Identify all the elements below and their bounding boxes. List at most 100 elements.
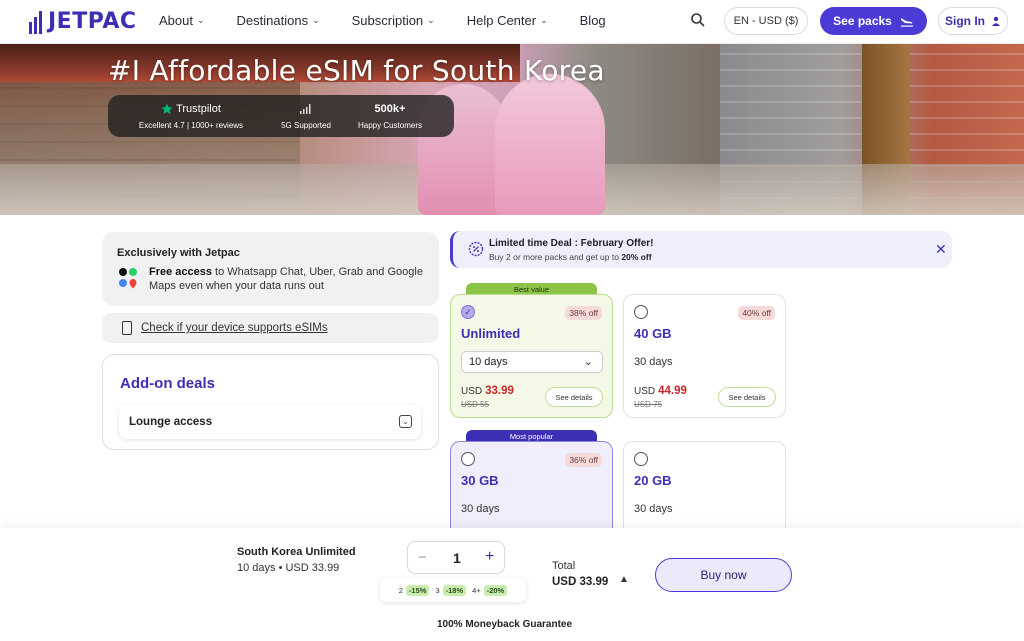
- pack-duration: 30 days: [634, 356, 673, 368]
- see-details-button[interactable]: See details: [545, 387, 603, 407]
- selected-pack-detail: 10 days • USD 33.99: [237, 562, 340, 574]
- chevron-down-icon: ⌄: [583, 356, 593, 368]
- price-value: 33.99: [485, 385, 514, 397]
- customers-stat: 500k+ Happy Customers: [350, 101, 430, 130]
- decrement-button[interactable]: −: [418, 549, 427, 566]
- logo[interactable]: JETPAC: [28, 8, 137, 34]
- check-device-label: Check if your device supports eSIMs: [141, 322, 328, 334]
- logo-mark-icon: [29, 11, 42, 34]
- exclusive-card: Exclusively with Jetpac Free access to W…: [102, 232, 439, 306]
- trust-bar: Trustpilot Excellent 4.7 | 1000+ reviews…: [108, 95, 454, 137]
- pack-duration: 30 days: [461, 503, 500, 515]
- chevron-up-icon[interactable]: ▲: [619, 574, 629, 585]
- trustpilot-rating[interactable]: Trustpilot Excellent 4.7 | 1000+ reviews: [126, 101, 256, 130]
- total-value: USD 33.99: [552, 576, 609, 588]
- sign-in-label: Sign In: [945, 14, 985, 28]
- pack-data: 20 GB: [634, 473, 672, 488]
- increment-button[interactable]: +: [485, 548, 494, 566]
- nav-about[interactable]: About ⌄: [159, 13, 205, 28]
- 5g-badge: 5G Supported: [266, 101, 346, 130]
- pack-card-40gb[interactable]: 40% off 40 GB 30 days USD 44.99 USD 75 Se…: [623, 294, 786, 418]
- chevron-down-icon: ⌄: [312, 15, 320, 25]
- pack-price: USD 33.99: [461, 385, 514, 397]
- nav-about-label: About: [159, 13, 193, 28]
- pack-data: Unlimited: [461, 326, 521, 341]
- tier-qty: 3: [435, 585, 440, 595]
- see-packs-label: See packs: [833, 14, 892, 28]
- app-icons: [119, 268, 137, 289]
- nav-links: About ⌄ Destinations ⌄ Subscription ⌄ Help …: [159, 13, 606, 28]
- 5g-label: 5G Supported: [281, 121, 331, 130]
- chevron-down-icon: ⌄: [540, 15, 548, 25]
- page: JETPAC About ⌄ Destinations ⌄ Subscription…: [0, 0, 1024, 641]
- lounge-access-label: Lounge access: [129, 416, 213, 428]
- radio-selected-icon[interactable]: ✓: [461, 305, 475, 319]
- selected-pack-name: South Korea Unlimited: [237, 546, 356, 558]
- pack-data: 40 GB: [634, 326, 672, 341]
- tier-discount: -20%: [483, 584, 508, 596]
- nav-destinations-label: Destinations: [236, 13, 309, 28]
- exclusive-title: Exclusively with Jetpac: [117, 247, 240, 259]
- chevron-down-icon: ⌄: [427, 15, 435, 25]
- logo-text: JETPAC: [48, 8, 137, 34]
- tier-discount: -18%: [442, 584, 467, 596]
- price-currency: USD: [461, 386, 483, 397]
- quantity-stepper: − 1 +: [407, 541, 505, 574]
- buy-now-button[interactable]: Buy now: [655, 558, 792, 592]
- plane-landing-icon: [900, 18, 913, 27]
- language-currency-button[interactable]: EN - USD ($): [724, 7, 808, 35]
- nav-subscription[interactable]: Subscription ⌄: [352, 13, 435, 28]
- old-price: USD 75: [634, 400, 663, 409]
- nav-help-center[interactable]: Help Center ⌄: [467, 13, 548, 28]
- exclusive-text: Free access to Whatsapp Chat, Uber, Grab…: [149, 265, 429, 293]
- top-nav: JETPAC About ⌄ Destinations ⌄ Subscription…: [0, 0, 1024, 44]
- search-icon[interactable]: [690, 12, 706, 28]
- deal-text: Buy 2 or more packs and get up to 20% of…: [489, 252, 652, 262]
- quantity-discount-tiers: 2 -15% 3 -18% 4+ -20%: [380, 578, 526, 602]
- exclusive-bold: Free access: [149, 266, 212, 278]
- radio-icon[interactable]: [461, 452, 475, 466]
- deal-title: Limited time Deal : February Offer!: [489, 238, 654, 249]
- phone-icon: [122, 321, 132, 335]
- nav-destinations[interactable]: Destinations ⌄: [237, 13, 320, 28]
- nav-help-center-label: Help Center: [466, 13, 537, 28]
- sign-in-button[interactable]: Sign In: [938, 7, 1008, 35]
- nav-subscription-label: Subscription: [351, 13, 424, 28]
- radio-icon[interactable]: [634, 452, 648, 466]
- price-value: 44.99: [658, 385, 687, 397]
- deal-banner: Limited time Deal : February Offer! Buy …: [450, 231, 952, 268]
- check-device-link[interactable]: Check if your device supports eSIMs: [102, 313, 439, 343]
- radio-icon[interactable]: [634, 305, 648, 319]
- duration-select[interactable]: 10 days ⌄: [461, 351, 603, 373]
- price-currency: USD: [634, 386, 656, 397]
- star-icon: [161, 103, 173, 115]
- see-details-button[interactable]: See details: [718, 387, 776, 407]
- discount-badge: 38% off: [565, 306, 602, 320]
- nav-blog-label: Blog: [579, 13, 606, 28]
- customers-count: 500k+: [374, 103, 406, 115]
- nav-blog[interactable]: Blog: [580, 13, 606, 28]
- pack-card-unlimited[interactable]: ✓ 38% off Unlimited 10 days ⌄ USD 33.99 U…: [450, 294, 613, 418]
- addon-title: Add-on deals: [120, 375, 216, 392]
- discount-badge: 36% off: [565, 453, 602, 467]
- pack-price: USD 44.99: [634, 385, 687, 397]
- moneyback-guarantee: 100% Moneyback Guarantee: [437, 619, 573, 630]
- tier-qty: 4+: [472, 585, 481, 595]
- discount-badge-icon: [468, 241, 484, 257]
- quantity-value: 1: [453, 550, 461, 566]
- checkout-bar: South Korea Unlimited 10 days • USD 33.9…: [0, 528, 1024, 641]
- page-title: #I Affordable eSIM for South Korea: [108, 54, 605, 87]
- chevron-down-icon: ⌄: [399, 415, 412, 428]
- customers-label: Happy Customers: [357, 121, 423, 130]
- close-icon[interactable]: ✕: [935, 241, 947, 258]
- see-packs-button[interactable]: See packs: [820, 7, 927, 35]
- tier-qty: 2: [398, 585, 403, 595]
- trustpilot-label: Trustpilot: [176, 103, 221, 115]
- deal-highlight: 20% off: [621, 252, 652, 262]
- total-label: Total: [552, 560, 576, 572]
- lounge-access-dropdown[interactable]: Lounge access ⌄: [119, 405, 421, 439]
- duration-select-value: 10 days: [469, 356, 508, 368]
- signal-icon: [300, 104, 311, 114]
- trustpilot-score: Excellent 4.7 | 1000+ reviews: [138, 121, 244, 130]
- discount-badge: 40% off: [738, 306, 775, 320]
